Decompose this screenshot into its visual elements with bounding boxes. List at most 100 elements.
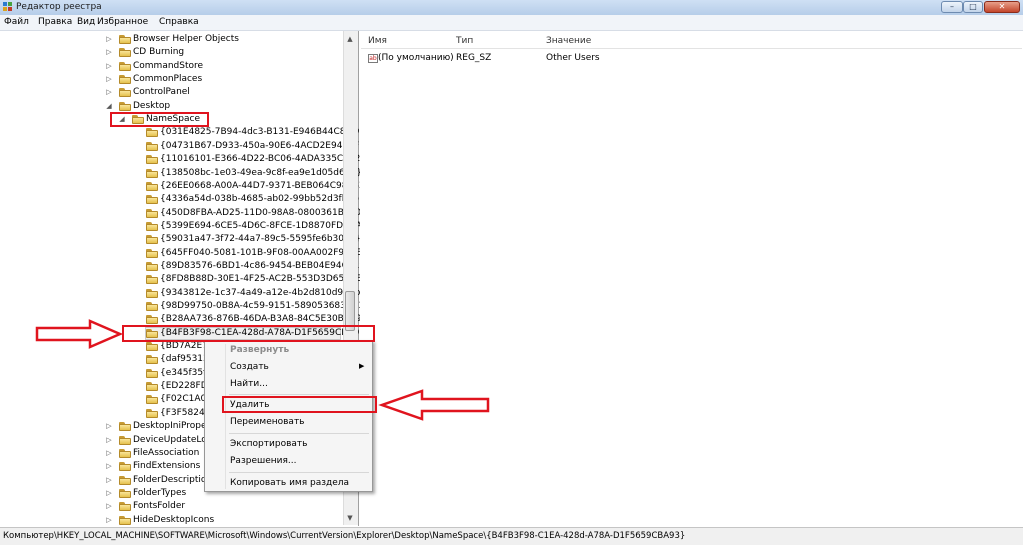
expand-arrow-icon[interactable]: ▷ [105, 449, 113, 457]
folder-icon [119, 489, 131, 498]
maximize-button[interactable]: □ [963, 1, 983, 13]
tree-item[interactable]: {5399E694-6CE5-4D6C-8FCE-1D8870FDCBA0} [160, 221, 373, 231]
tree-item[interactable]: FileAssociation [133, 448, 199, 458]
tree-item[interactable]: FolderTypes [133, 488, 186, 498]
menu-item-rename[interactable]: Переименовать [230, 417, 305, 427]
folder-icon [119, 88, 131, 97]
folder-icon [146, 369, 158, 378]
expand-arrow-icon[interactable]: ▷ [105, 62, 113, 70]
status-bar: Компьютер\HKEY_LOCAL_MACHINE\SOFTWARE\Mi… [0, 527, 1023, 545]
menu-item-export[interactable]: Экспортировать [230, 439, 307, 449]
close-button[interactable]: ✕ [984, 1, 1020, 13]
arrow-left-icon [378, 389, 490, 421]
folder-icon [146, 249, 158, 258]
folder-icon [119, 35, 131, 44]
tree-item[interactable]: {8FD8B88D-30E1-4F25-AC2B-553D3D65F0EA} [160, 274, 373, 284]
scroll-down-icon[interactable]: ▼ [343, 514, 357, 522]
maximize-icon: □ [969, 2, 977, 11]
column-value[interactable]: Значение [546, 36, 591, 46]
string-value-icon: ab [368, 54, 378, 63]
scroll-up-icon[interactable]: ▲ [343, 35, 357, 43]
expand-arrow-icon[interactable]: ▷ [105, 35, 113, 43]
column-name[interactable]: Имя [368, 36, 387, 46]
folder-icon [146, 342, 158, 351]
tree-item[interactable]: HideDesktopIcons [133, 515, 214, 525]
expand-arrow-icon[interactable]: ▷ [105, 502, 113, 510]
tree-item[interactable]: {9343812e-1c37-4a49-a12e-4b2d810d956b} [160, 288, 366, 298]
expanded-arrow-icon[interactable]: ◢ [105, 102, 113, 110]
tree-item[interactable]: CommandStore [133, 61, 203, 71]
menu-separator [229, 394, 369, 395]
submenu-arrow-icon: ▶ [359, 362, 365, 370]
menu-bar: Файл Правка Вид Избранное Справка [0, 15, 1023, 31]
menu-item-expand[interactable]: Развернуть [230, 345, 289, 355]
menu-separator [229, 472, 369, 473]
column-type[interactable]: Тип [456, 36, 473, 46]
folder-icon [119, 62, 131, 71]
expand-arrow-icon[interactable]: ▷ [105, 422, 113, 430]
expand-arrow-icon[interactable]: ▷ [105, 462, 113, 470]
tree-item[interactable]: {89D83576-6BD1-4c86-9454-BEB04E94C819} [160, 261, 371, 271]
folder-icon [146, 142, 158, 151]
tree-item[interactable]: Desktop [133, 101, 170, 111]
folder-icon [146, 155, 158, 164]
registry-icon [3, 2, 12, 11]
folder-icon [119, 476, 131, 485]
tree-item[interactable]: {26EE0668-A00A-44D7-9371-BEB064C98683} [160, 181, 370, 191]
expand-arrow-icon[interactable]: ▷ [105, 48, 113, 56]
folder-icon [146, 315, 158, 324]
folder-icon [146, 195, 158, 204]
tree-item[interactable]: CommonPlaces [133, 74, 202, 84]
folder-icon [146, 222, 158, 231]
close-icon: ✕ [998, 2, 1006, 11]
tree-item[interactable]: Browser Helper Objects [133, 34, 239, 44]
tree-item[interactable]: {59031a47-3f72-44a7-89c5-5595fe6b30ee} [160, 234, 361, 244]
tree-item[interactable]: CD Burning [133, 47, 184, 57]
expand-arrow-icon[interactable]: ▷ [105, 88, 113, 96]
menu-view[interactable]: Вид [77, 17, 95, 27]
tree-item[interactable]: FindExtensions [133, 461, 200, 471]
tree-item[interactable]: {031E4825-7B94-4dc3-B131-E946B44C8DD5} [160, 127, 371, 137]
tree-item[interactable]: {B28AA736-876B-46DA-B3A8-84C5E30BA492} [160, 314, 373, 324]
expand-arrow-icon[interactable]: ▷ [105, 436, 113, 444]
menu-favorites[interactable]: Избранное [97, 17, 148, 27]
folder-icon [119, 422, 131, 431]
menu-edit[interactable]: Правка [38, 17, 72, 27]
tree-item[interactable]: ControlPanel [133, 87, 190, 97]
folder-icon [146, 275, 158, 284]
menu-item-copy-key-name[interactable]: Копировать имя раздела [230, 478, 349, 488]
tree-item[interactable]: {11016101-E366-4D22-BC06-4ADA335C892B} [160, 154, 372, 164]
tree-item[interactable]: {645FF040-5081-101B-9F08-00AA002F954E} [160, 248, 367, 258]
expand-arrow-icon[interactable]: ▷ [105, 476, 113, 484]
tree-item[interactable]: DesktopIniPropert [133, 421, 214, 431]
tree-item[interactable]: {98D99750-0B8A-4c59-9151-589053683D73} [160, 301, 370, 311]
folder-icon [146, 355, 158, 364]
expand-arrow-icon[interactable]: ▷ [105, 516, 113, 524]
folder-icon [146, 209, 158, 218]
value-row[interactable]: ab (По умолчанию) REG_SZ Other Users [368, 53, 1008, 65]
tree-item[interactable]: {138508bc-1e03-49ea-9c8f-ea9e1d05d65d} [160, 168, 362, 178]
namespace-highlight [110, 112, 209, 127]
expand-arrow-icon[interactable]: ▷ [105, 489, 113, 497]
tree-item[interactable]: FontsFolder [133, 501, 185, 511]
folder-icon [119, 436, 131, 445]
expand-arrow-icon[interactable]: ▷ [105, 75, 113, 83]
menu-item-permissions[interactable]: Разрешения... [230, 456, 296, 466]
menu-item-create[interactable]: Создать [230, 362, 269, 372]
folder-icon [119, 502, 131, 511]
value-data: Other Users [546, 53, 600, 63]
window-title: Редактор реестра [16, 2, 102, 12]
folder-icon [146, 169, 158, 178]
key-path: Компьютер\HKEY_LOCAL_MACHINE\SOFTWARE\Mi… [3, 531, 686, 541]
tree-item[interactable]: {450D8FBA-AD25-11D0-98A8-0800361B1103} [160, 208, 373, 218]
folder-icon [146, 235, 158, 244]
tree-item[interactable]: {4336a54d-038b-4685-ab02-99bb52d3fb8b} [160, 194, 365, 204]
menu-help[interactable]: Справка [159, 17, 199, 27]
menu-item-find[interactable]: Найти... [230, 379, 268, 389]
menu-file[interactable]: Файл [4, 17, 29, 27]
folder-icon [146, 182, 158, 191]
minimize-button[interactable]: – [941, 1, 963, 13]
tree-item[interactable]: {04731B67-D933-450a-90E6-4ACD2E9408FE} [160, 141, 371, 151]
values-pane[interactable] [360, 31, 1023, 526]
header-divider [361, 48, 1022, 49]
